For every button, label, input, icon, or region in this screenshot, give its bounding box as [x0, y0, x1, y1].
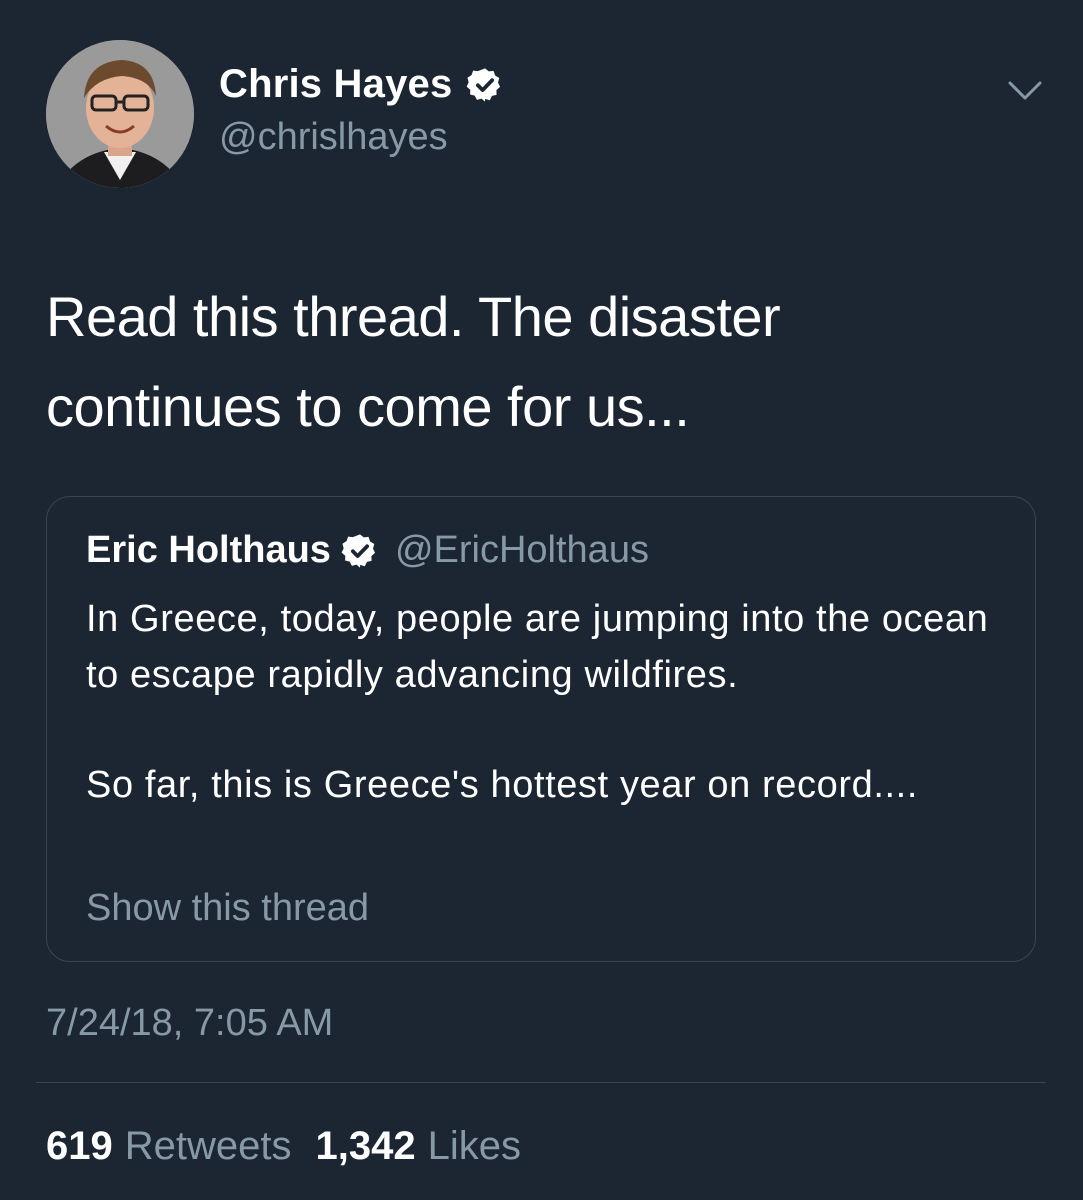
- likes-count: 1,342: [315, 1124, 416, 1168]
- retweets-label: Retweets: [124, 1124, 292, 1168]
- quoted-tweet-header: Eric Holthaus @EricHolthaus: [86, 529, 649, 572]
- author-name[interactable]: Chris Hayes: [219, 62, 452, 107]
- likes-stat[interactable]: 1,342 Likes: [316, 1124, 522, 1169]
- quoted-author-name: Eric Holthaus: [86, 529, 331, 571]
- tweet-text: Read this thread. The disaster continues…: [46, 285, 781, 438]
- verified-badge-icon: [466, 66, 504, 104]
- likes-label: Likes: [427, 1124, 521, 1168]
- quoted-tweet-text: In Greece, today, people are jumping int…: [86, 598, 989, 696]
- show-thread-link[interactable]: Show this thread: [86, 887, 369, 930]
- author-handle[interactable]: @chrislhayes: [219, 116, 448, 159]
- divider: [36, 1082, 1046, 1083]
- chevron-down-icon[interactable]: [1007, 78, 1043, 104]
- retweets-stat[interactable]: 619 Retweets: [46, 1124, 292, 1169]
- tweet-timestamp: 7/24/18, 7:05 AM: [46, 1002, 334, 1044]
- avatar[interactable]: [46, 40, 194, 188]
- verified-badge-icon: [341, 532, 379, 570]
- quoted-author-handle: @EricHolthaus: [394, 529, 649, 571]
- quoted-tweet-text-continued: So far, this is Greece's hottest year on…: [86, 764, 918, 806]
- tweet-stats: 619 Retweets 1,342 Likes: [46, 1124, 521, 1169]
- tweet-detail: Chris Hayes @chrislhayes Read this threa…: [0, 0, 1083, 1200]
- retweets-count: 619: [46, 1124, 113, 1168]
- quoted-tweet-card[interactable]: Eric Holthaus @EricHolthaus In Greece, t…: [46, 496, 1036, 962]
- author-name-row[interactable]: Chris Hayes: [219, 62, 504, 107]
